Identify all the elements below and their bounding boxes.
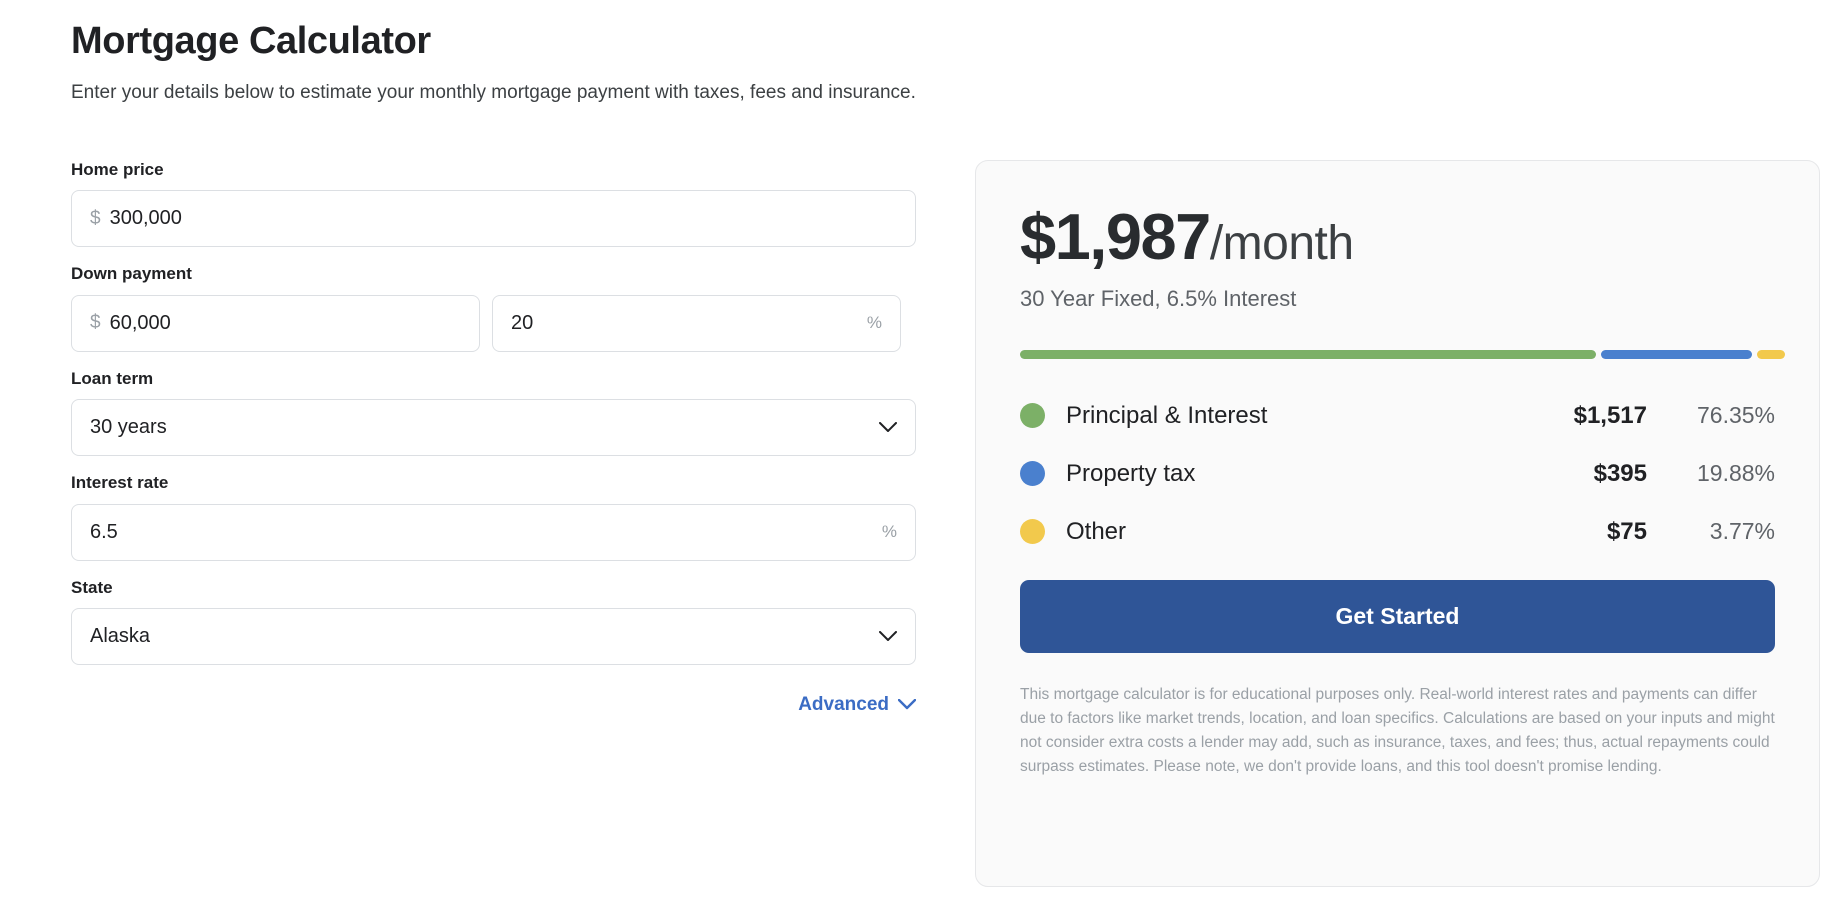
field-home-price: Home price $ (71, 160, 916, 248)
percent-icon: % (881, 522, 897, 542)
loan-terms-summary: 30 Year Fixed, 6.5% Interest (1020, 286, 1297, 312)
result-column: $1,987 /month 30 Year Fixed, 6.5% Intere… (975, 160, 1820, 887)
loan-term-select[interactable]: 30 years (71, 399, 916, 457)
legend-amount-other: $75 (1606, 517, 1647, 545)
disclaimer-text: This mortgage calculator is for educatio… (1020, 685, 1775, 775)
down-payment-amount-wrapper[interactable]: $ (71, 294, 480, 352)
state-label: State (71, 577, 113, 597)
state-select[interactable]: Alaska (71, 607, 916, 665)
legend-row-other: Other $75 3.77% (1020, 503, 1775, 561)
legend-amount-property-tax: $395 (1593, 459, 1647, 487)
dollar-icon: $ (90, 312, 101, 334)
page-header: Mortgage Calculator Enter your details b… (71, 18, 1221, 106)
legend-dot-property-tax (1020, 461, 1045, 487)
advanced-row: Advanced (71, 694, 916, 716)
legend-dot-principal (1020, 403, 1045, 429)
calculator-form: Home price $ Down payment $ % (71, 160, 916, 716)
chevron-down-icon (879, 422, 897, 433)
bar-segment-principal (1020, 349, 1597, 359)
page-subtitle: Enter your details below to estimate you… (71, 81, 916, 103)
legend-percent-other: 3.77% (1709, 518, 1775, 545)
interest-rate-label: Interest rate (71, 473, 169, 493)
get-started-button[interactable]: Get Started (1020, 579, 1775, 653)
home-price-input[interactable] (109, 207, 897, 231)
percent-icon: % (866, 313, 882, 333)
legend-dot-other (1020, 519, 1045, 545)
monthly-payment-period: /month (1209, 217, 1354, 270)
legend-label-other: Other (1066, 517, 1127, 545)
payment-breakdown-bar (1020, 349, 1785, 359)
legend-label-principal: Principal & Interest (1066, 401, 1268, 429)
bar-segment-property-tax (1601, 349, 1752, 359)
chevron-down-icon (879, 630, 897, 642)
payment-summary-card: $1,987 /month 30 Year Fixed, 6.5% Intere… (975, 160, 1820, 887)
dollar-icon: $ (90, 207, 101, 229)
legend-percent-property-tax: 19.88% (1696, 460, 1775, 487)
interest-rate-input[interactable] (90, 520, 873, 544)
home-price-input-wrapper[interactable]: $ (71, 190, 916, 248)
down-payment-label: Down payment (71, 264, 192, 284)
monthly-payment-amount: $1,987 (1020, 200, 1211, 273)
legend-amount-principal: $1,517 (1573, 401, 1647, 429)
page-title: Mortgage Calculator (71, 20, 431, 62)
chevron-down-icon (898, 699, 916, 710)
legend-row-principal: Principal & Interest $1,517 76.35% (1020, 387, 1775, 445)
field-loan-term: Loan term 30 years (71, 368, 916, 457)
state-value: Alaska (90, 624, 151, 647)
loan-term-value: 30 years (90, 416, 167, 439)
loan-term-label: Loan term (71, 368, 154, 388)
field-state: State Alaska (71, 578, 916, 665)
home-price-label: Home price (71, 160, 164, 179)
advanced-toggle[interactable]: Advanced (798, 694, 916, 716)
down-payment-amount-input[interactable] (109, 311, 461, 335)
field-down-payment: Down payment $ % (71, 264, 916, 352)
monthly-payment-line: $1,987 /month (1020, 200, 1775, 273)
legend-row-property-tax: Property tax $395 19.88% (1020, 445, 1775, 503)
down-payment-row: $ % (71, 294, 916, 352)
bar-segment-other (1756, 349, 1785, 359)
down-payment-percent-input[interactable] (511, 311, 858, 335)
legend-percent-principal: 76.35% (1696, 402, 1775, 429)
legend-label-property-tax: Property tax (1066, 459, 1196, 487)
down-payment-percent-wrapper[interactable]: % (492, 294, 901, 352)
payment-breakdown-legend: Principal & Interest $1,517 76.35% Prope… (1020, 387, 1775, 561)
advanced-label: Advanced (798, 693, 889, 715)
field-interest-rate: Interest rate % (71, 473, 916, 561)
interest-rate-input-wrapper[interactable]: % (71, 503, 916, 561)
mortgage-calculator-page: Mortgage Calculator Enter your details b… (0, 0, 1844, 910)
